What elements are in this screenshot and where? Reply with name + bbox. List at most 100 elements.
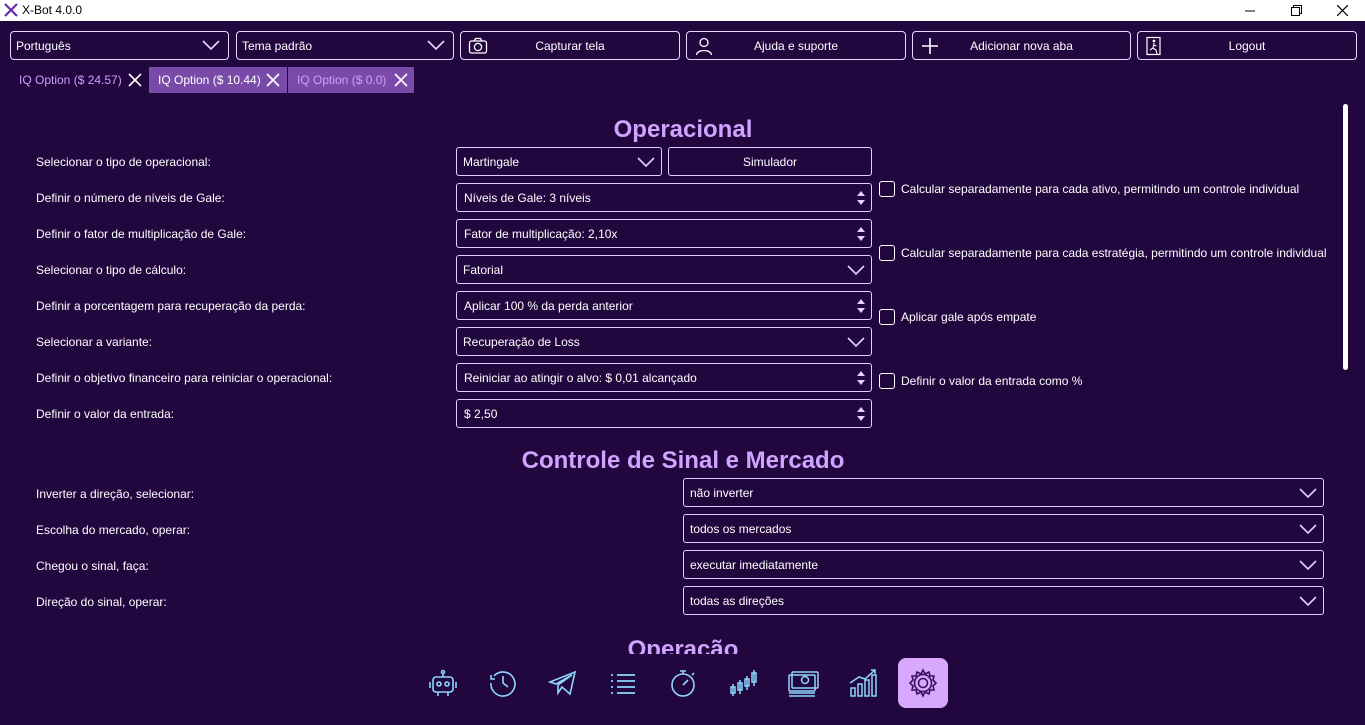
select-value: Recuperação de Loss	[463, 334, 580, 349]
calc-per-strategy-checkbox[interactable]: Calcular separadamente para cada estraté…	[879, 245, 1327, 261]
select-value: todas as direções	[690, 593, 785, 608]
row-label: Direção do sinal, operar:	[36, 595, 167, 609]
signal-action-select[interactable]: executar imediatamente	[683, 550, 1324, 579]
checkbox-label: Calcular separadamente para cada ativo, …	[901, 182, 1300, 196]
restore-button[interactable]	[1273, 0, 1319, 21]
restore-icon	[1290, 5, 1302, 16]
add-tab-button[interactable]: Adicionar nova aba	[912, 31, 1131, 60]
spin-arrows-icon	[857, 407, 865, 421]
close-window-button[interactable]	[1319, 0, 1365, 21]
spinbox-value: $ 2,50	[464, 406, 498, 421]
simulator-button[interactable]: Simulador	[668, 147, 872, 176]
spinbox-value: Reiniciar ao atingir o alvo: $ 0,01 alca…	[464, 370, 697, 385]
list-icon	[611, 674, 635, 694]
help-support-button[interactable]: Ajuda e suporte	[686, 31, 906, 60]
select-value: Martingale	[463, 154, 520, 169]
candlestick-icon	[730, 670, 757, 696]
row-label: Definir o objetivo financeiro para reini…	[36, 371, 333, 385]
nav-telegram[interactable]	[538, 658, 588, 708]
nav-history[interactable]	[478, 658, 528, 708]
entry-as-percent-checkbox[interactable]: Definir o valor da entrada como %	[879, 373, 1082, 389]
gale-multiplier-spinbox[interactable]: Fator de multiplicação: 2,10x	[456, 219, 872, 248]
language-select[interactable]: Português	[10, 31, 229, 60]
money-icon	[788, 671, 819, 697]
spinbox-value: Fator de multiplicação: 2,10x	[464, 226, 618, 241]
settings-gear-icon	[908, 668, 938, 698]
checkbox-label: Calcular separadamente para cada estraté…	[901, 246, 1327, 260]
section-title-sinal: Controle de Sinal e Mercado	[521, 447, 845, 474]
gale-after-tie-checkbox[interactable]: Aplicar gale após empate	[879, 309, 1036, 325]
history-icon	[490, 671, 516, 697]
help-support-label: Ajuda e suporte	[753, 38, 839, 53]
close-tab-icon[interactable]	[394, 73, 408, 87]
theme-value: Tema padrão	[242, 38, 313, 53]
row-label: Definir o valor da entrada:	[36, 407, 175, 421]
add-tab-label: Adicionar nova aba	[970, 38, 1073, 53]
row-label: Inverter a direção, selecionar:	[36, 487, 195, 501]
language-value: Português	[16, 38, 71, 53]
nav-candlestick[interactable]	[718, 658, 768, 708]
checkbox-box[interactable]	[879, 245, 895, 261]
section-title-operacao: Operação	[627, 636, 739, 654]
select-value: não inverter	[690, 485, 754, 500]
logout-button[interactable]: Logout	[1137, 31, 1357, 60]
capture-screen-button[interactable]: Capturar tela	[460, 31, 680, 60]
chevron-down-icon	[847, 265, 865, 276]
invert-direction-select[interactable]: não inverter	[683, 478, 1324, 507]
chevron-down-icon	[1299, 560, 1317, 571]
row-label: Escolha do mercado, operar:	[36, 523, 191, 537]
calculation-type-select[interactable]: Fatorial	[456, 255, 872, 284]
checkbox-box[interactable]	[879, 373, 895, 389]
nav-growth-chart[interactable]	[838, 658, 888, 708]
telegram-icon	[547, 670, 577, 696]
chevron-down-icon	[427, 40, 445, 51]
timer-icon	[671, 670, 695, 697]
camera-icon	[468, 37, 488, 54]
entry-value-spinbox[interactable]: $ 2,50	[456, 399, 872, 428]
tab-label: IQ Option ($ 0.0)	[297, 73, 387, 87]
checkbox-box[interactable]	[879, 181, 895, 197]
spinbox-value: Níveis de Gale: 3 níveis	[464, 190, 591, 205]
nav-robot[interactable]	[418, 658, 468, 708]
plus-icon	[922, 38, 938, 54]
tab-label: IQ Option ($ 10.44)	[158, 73, 261, 87]
chevron-down-icon	[1299, 488, 1317, 499]
tab-iq-option-3[interactable]: IQ Option ($ 0.0)	[288, 67, 414, 93]
row-label: Definir a porcentagem para recuperação d…	[36, 299, 306, 313]
app-logo-icon	[4, 3, 18, 17]
row-label: Definir o fator de multiplicação de Gale…	[36, 227, 247, 241]
variant-select[interactable]: Recuperação de Loss	[456, 327, 872, 356]
title-bar: X-Bot 4.0.0	[0, 0, 1365, 21]
row-label: Chegou o sinal, faça:	[36, 559, 149, 573]
restart-target-spinbox[interactable]: Reiniciar ao atingir o alvo: $ 0,01 alca…	[456, 363, 872, 392]
checkbox-box[interactable]	[879, 309, 895, 325]
chevron-down-icon	[1299, 596, 1317, 607]
checkbox-label: Aplicar gale após empate	[901, 310, 1037, 324]
vertical-scrollbar[interactable]	[1343, 104, 1348, 370]
signal-direction-select[interactable]: todas as direções	[683, 586, 1324, 615]
spinbox-value: Aplicar 100 % da perda anterior	[464, 298, 633, 313]
theme-select[interactable]: Tema padrão	[236, 31, 454, 60]
spin-arrows-icon	[857, 227, 865, 241]
loss-recovery-spinbox[interactable]: Aplicar 100 % da perda anterior	[456, 291, 872, 320]
close-tab-icon[interactable]	[128, 73, 142, 87]
minimize-button[interactable]	[1227, 0, 1273, 21]
nav-timer[interactable]	[658, 658, 708, 708]
tab-iq-option-2[interactable]: IQ Option ($ 10.44)	[149, 67, 287, 93]
row-label: Selecionar a variante:	[36, 335, 153, 349]
gale-levels-spinbox[interactable]: Níveis de Gale: 3 níveis	[456, 183, 872, 212]
section-title-operacional: Operacional	[613, 116, 753, 143]
operacao-clip: Operação	[0, 632, 1330, 654]
calc-per-asset-checkbox[interactable]: Calcular separadamente para cada ativo, …	[879, 181, 1299, 197]
chevron-down-icon	[847, 337, 865, 348]
tab-iq-option-1[interactable]: IQ Option ($ 24.57)	[10, 67, 148, 93]
nav-settings[interactable]	[898, 658, 948, 708]
chevron-down-icon	[637, 157, 655, 168]
close-tab-icon[interactable]	[266, 73, 280, 87]
chevron-down-icon	[202, 40, 220, 51]
minimize-icon	[1245, 10, 1255, 11]
nav-list[interactable]	[598, 658, 648, 708]
operational-type-select[interactable]: Martingale	[456, 147, 662, 176]
nav-money[interactable]	[778, 658, 828, 708]
market-select[interactable]: todos os mercados	[683, 514, 1324, 543]
